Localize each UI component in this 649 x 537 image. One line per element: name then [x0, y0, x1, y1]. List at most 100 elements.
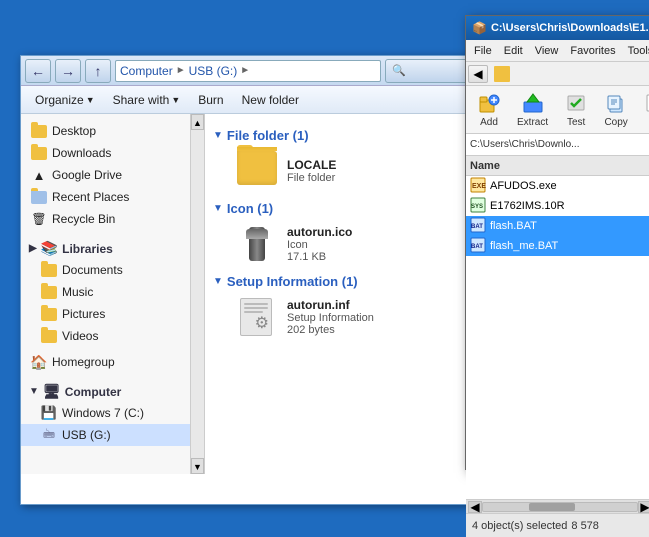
winrar-menu-view[interactable]: View [531, 43, 563, 59]
up-button[interactable]: ↑ [85, 59, 111, 83]
desktop-icon [31, 123, 47, 139]
explorer-body: Desktop Downloads ▲ Google Drive Rec [21, 114, 479, 474]
search-button[interactable]: 🔍 [385, 59, 475, 83]
sidebar-homegroup-label: Homegroup [52, 355, 115, 369]
sidebar-libraries: ▶ 📚 Libraries Documents Music [21, 234, 190, 347]
sidebar-desktop-label: Desktop [52, 124, 96, 138]
sidebar-item-recentplaces[interactable]: Recent Places [21, 186, 190, 208]
address-bar[interactable]: Computer ► USB (G:) ► [115, 60, 381, 82]
winrar-m-icon: M [644, 91, 649, 115]
libraries-label: Libraries [62, 242, 113, 256]
winrar-status: 4 object(s) selected 8 578 [466, 513, 649, 537]
sidebar-item-recyclebin[interactable]: 🗑 Recycle Bin [21, 208, 190, 230]
winrar-menubar: File Edit View Favorites Tools [466, 40, 649, 62]
scrollbar-thumb[interactable] [529, 503, 575, 511]
afudos-icon: EXE [470, 177, 486, 196]
winrar-nav: ◀ [466, 62, 649, 86]
setupinfo-title: Setup Information (1) [227, 274, 358, 289]
winrar-file-flash-me-bat[interactable]: BAT flash_me.BAT [466, 236, 649, 256]
libraries-group[interactable]: ▶ 📚 Libraries [21, 234, 190, 259]
section-icon[interactable]: ▼ Icon (1) [213, 201, 471, 216]
winrar-menu-tools[interactable]: Tools [624, 43, 649, 59]
new-folder-menu[interactable]: New folder [234, 90, 307, 110]
winrar-menu-file[interactable]: File [470, 43, 496, 59]
section-setupinfo[interactable]: ▼ Setup Information (1) [213, 274, 471, 289]
winrar-toolbar: Add Extract Test [466, 86, 649, 134]
share-with-menu[interactable]: Share with ▼ [105, 90, 189, 110]
recentplaces-icon [31, 189, 47, 205]
pictures-icon [41, 306, 57, 322]
burn-menu[interactable]: Burn [190, 90, 231, 110]
winrar-add-button[interactable]: Add [470, 87, 508, 132]
autorun-ico-type: Icon [287, 239, 352, 251]
homegroup-icon: 🏠 [31, 354, 47, 370]
winrar-status-size: 8 578 [571, 520, 599, 532]
sidebar-recyclebin-label: Recycle Bin [52, 212, 115, 226]
file-item-locale[interactable]: LOCALE File folder [229, 147, 471, 195]
svg-text:SYS: SYS [471, 204, 483, 210]
sidebar-item-desktop[interactable]: Desktop [21, 120, 190, 142]
sidebar-item-downloads[interactable]: Downloads [21, 142, 190, 164]
winrar-file-list: EXE AFUDOS.exe SYS E1762IMS.10R [466, 176, 649, 499]
winrar-window: 📦 C:\Users\Chris\Downloads\E1... File Ed… [465, 15, 649, 470]
sidebar-item-music[interactable]: Music [21, 281, 190, 303]
winrar-col-name[interactable]: Name [470, 160, 649, 172]
sidebar-scrollbar[interactable]: ▲ ▼ [191, 114, 205, 474]
sidebar-pictures-label: Pictures [62, 307, 105, 321]
winrar-copy-label: Copy [604, 117, 627, 128]
winrar-extract-button[interactable]: Extract [510, 87, 555, 132]
winrar-menu-favorites[interactable]: Favorites [566, 43, 619, 59]
scrollbar-track[interactable] [482, 502, 638, 512]
autorun-inf-size: 202 bytes [287, 324, 374, 336]
winrar-file-e1762[interactable]: SYS E1762IMS.10R [466, 196, 649, 216]
winrar-extract-icon [521, 91, 545, 115]
breadcrumb-computer[interactable]: Computer [120, 64, 173, 78]
winrar-menu-edit[interactable]: Edit [500, 43, 527, 59]
file-item-autorun-inf[interactable]: ⚙ autorun.inf Setup Information 202 byte… [229, 293, 471, 341]
videos-icon [41, 328, 57, 344]
downloads-icon [31, 145, 47, 161]
winrar-m-button[interactable]: M M [637, 87, 649, 132]
winrar-file-flash-bat[interactable]: BAT flash.BAT [466, 216, 649, 236]
icon-title: Icon (1) [227, 201, 273, 216]
winrar-copy-button[interactable]: Copy [597, 87, 635, 132]
documents-icon [41, 262, 57, 278]
computer-icon: 🖥 [43, 383, 61, 400]
winrar-back[interactable]: ◀ [468, 65, 488, 83]
winrar-path-text: C:\Users\Chris\Downlo... [470, 139, 579, 150]
back-button[interactable]: ← [25, 59, 51, 83]
sidebar-item-documents[interactable]: Documents [21, 259, 190, 281]
organize-menu[interactable]: Organize ▼ [27, 90, 103, 110]
autorun-inf-icon: ⚙ [237, 297, 277, 337]
sidebar-scroll-up[interactable]: ▲ [191, 114, 204, 130]
new-folder-label: New folder [242, 93, 299, 107]
svg-text:BAT: BAT [471, 224, 483, 230]
setupinfo-arrow: ▼ [213, 276, 223, 287]
scroll-left-button[interactable]: ◀ [468, 501, 482, 513]
file-item-autorun-ico[interactable]: autorun.ico Icon 17.1 KB [229, 220, 471, 268]
e1762-icon: SYS [470, 197, 486, 216]
sidebar-scroll-down[interactable]: ▼ [191, 458, 204, 474]
breadcrumb-usb[interactable]: USB (G:) [189, 64, 238, 78]
sidebar-item-windows-drive[interactable]: 💾 Windows 7 (C:) [21, 402, 190, 424]
computer-group[interactable]: ▼ 🖥 Computer [21, 377, 190, 402]
explorer-menubar: Organize ▼ Share with ▼ Burn New folder [21, 86, 479, 114]
winrar-test-icon [564, 91, 588, 115]
scroll-right-button[interactable]: ▶ [638, 501, 649, 513]
winrar-test-button[interactable]: Test [557, 87, 595, 132]
section-filefolder[interactable]: ▼ File folder (1) [213, 128, 471, 143]
sidebar-item-pictures[interactable]: Pictures [21, 303, 190, 325]
winrar-scrollbar[interactable]: ◀ ▶ [466, 499, 649, 513]
filefolder-title: File folder (1) [227, 128, 309, 143]
winrar-copy-icon [604, 91, 628, 115]
sidebar-item-googledrive[interactable]: ▲ Google Drive [21, 164, 190, 186]
forward-button[interactable]: → [55, 59, 81, 83]
winrar-file-afudos[interactable]: EXE AFUDOS.exe [466, 176, 649, 196]
sidebar-item-homegroup[interactable]: 🏠 Homegroup [21, 351, 190, 373]
sidebar-item-usb-drive[interactable]: 🖮 USB (G:) [21, 424, 190, 446]
winrar-extract-label: Extract [517, 117, 548, 128]
sidebar-item-videos[interactable]: Videos [21, 325, 190, 347]
computer-arrow: ▼ [29, 386, 39, 397]
winrar-header: Name [466, 156, 649, 176]
sidebar-usb-drive-label: USB (G:) [62, 428, 111, 442]
